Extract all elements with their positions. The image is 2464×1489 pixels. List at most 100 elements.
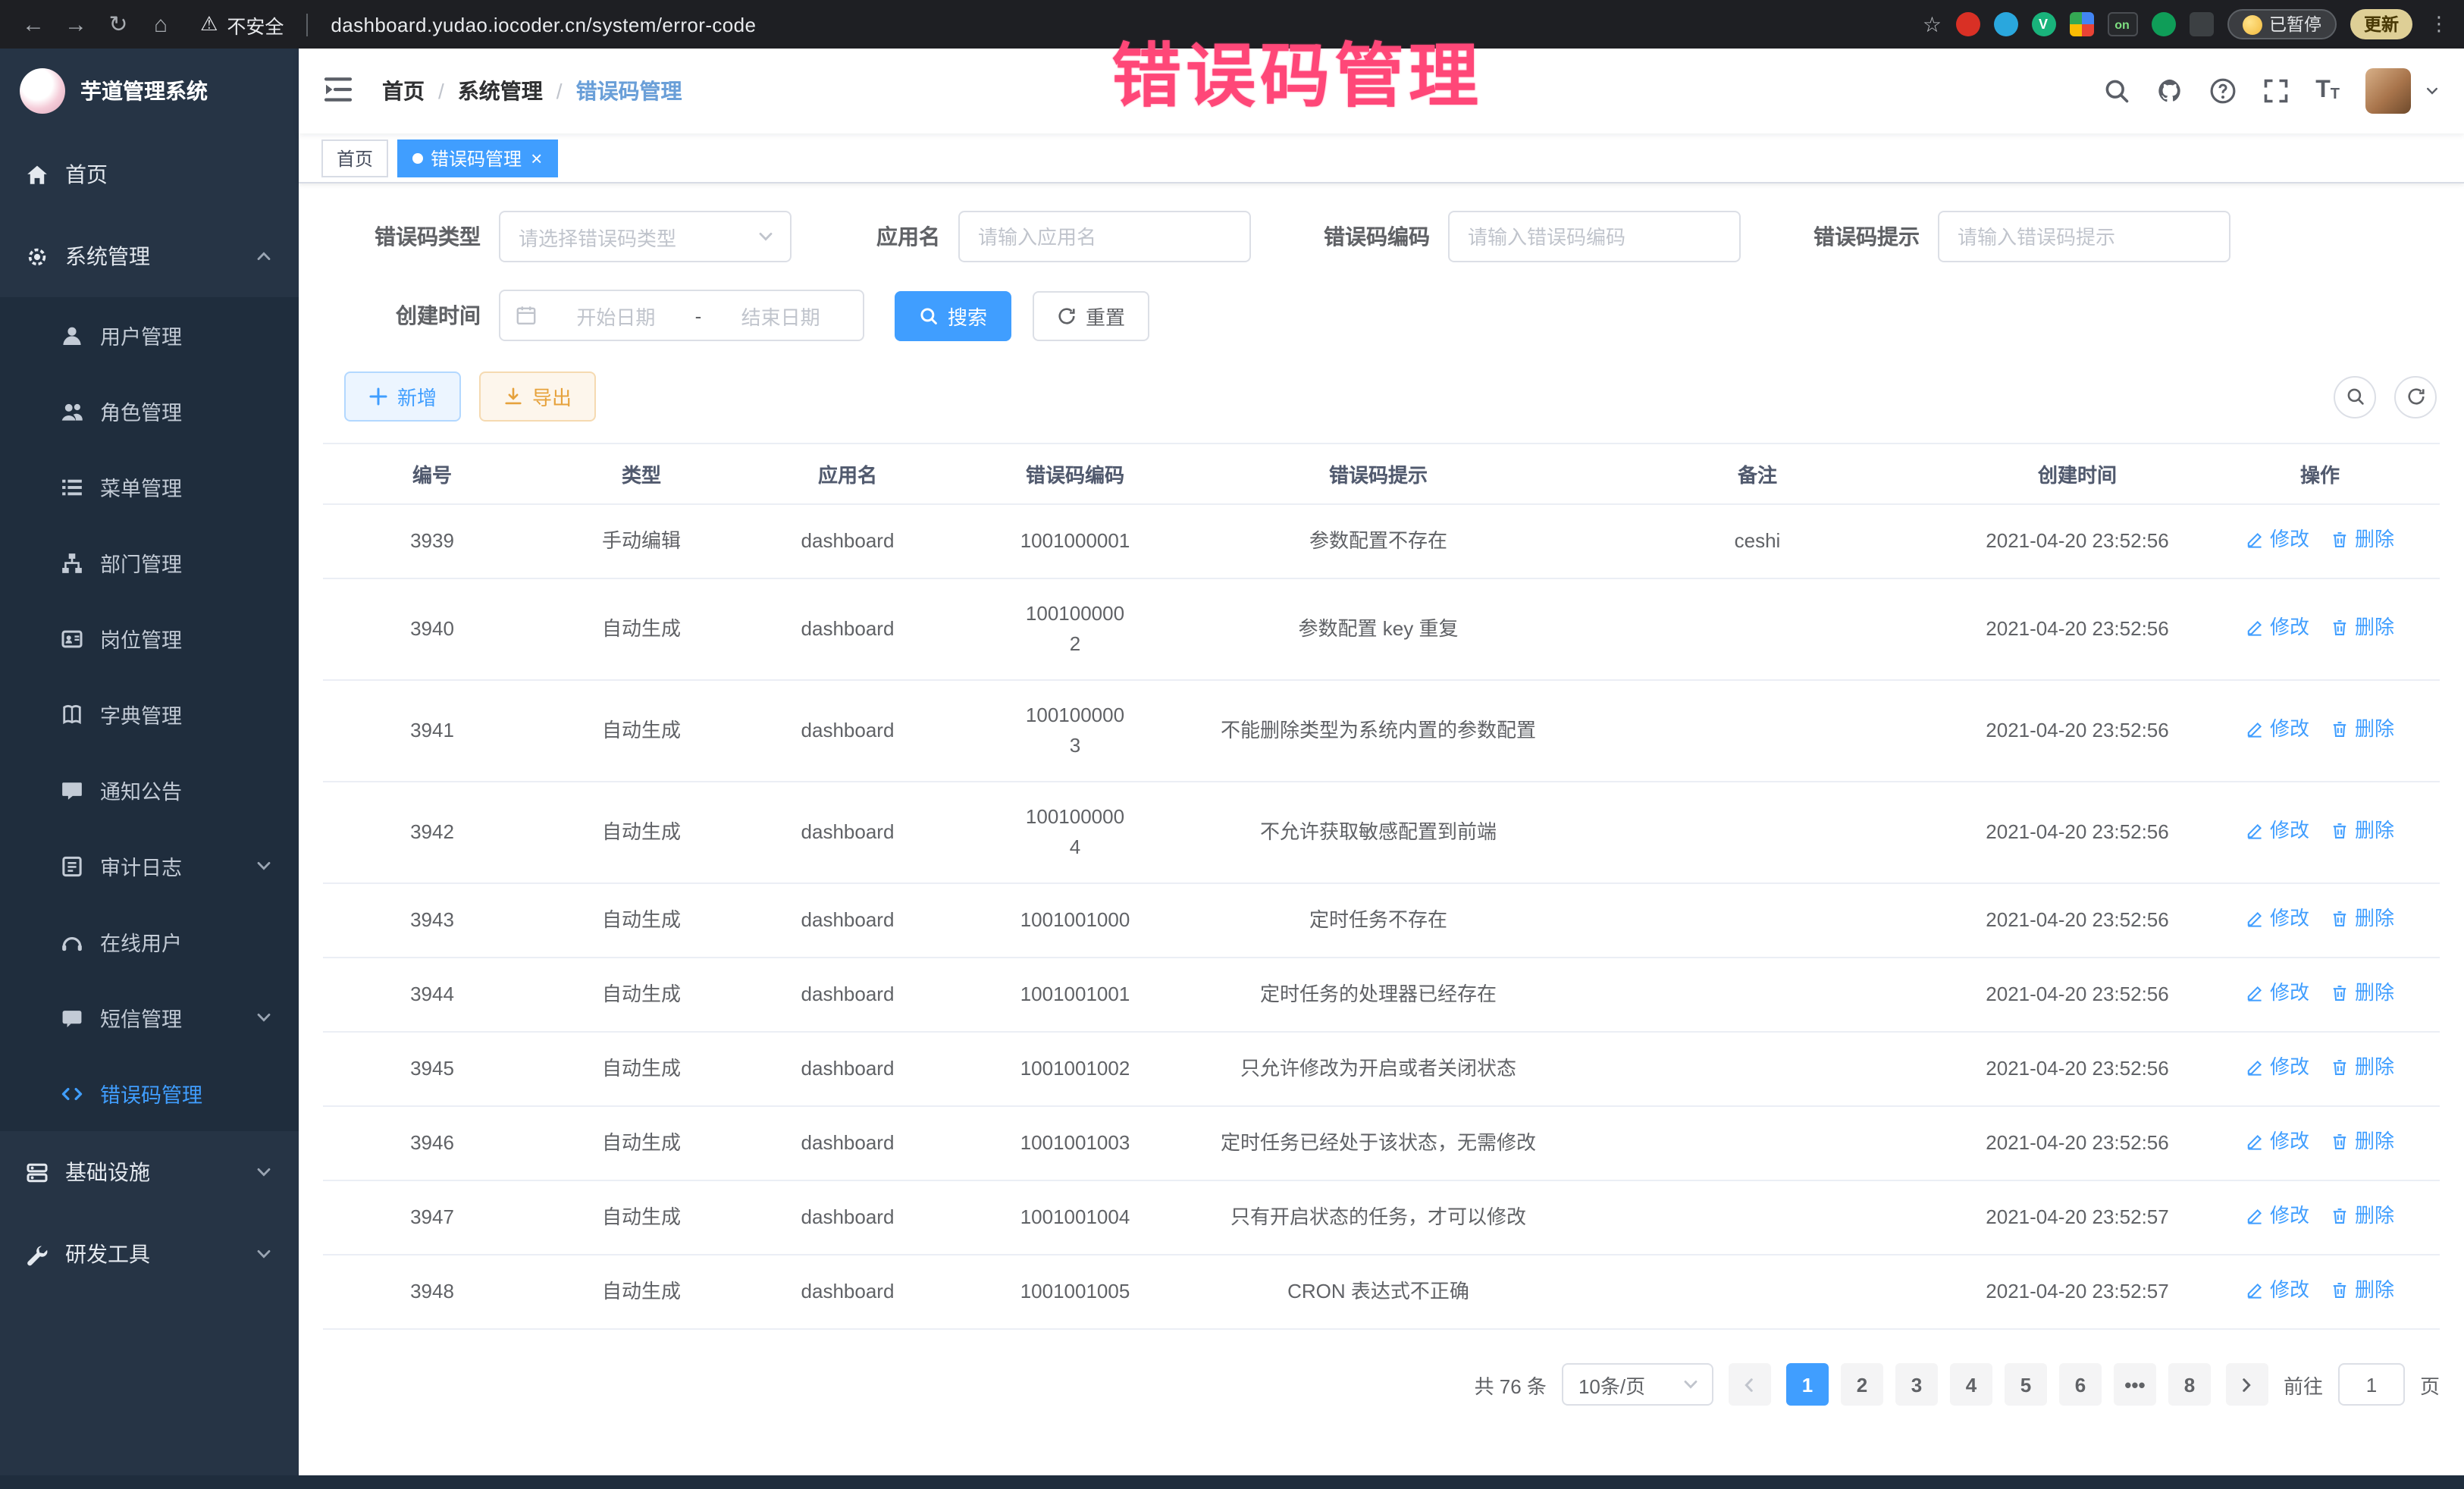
export-button[interactable]: 导出 (479, 371, 596, 422)
search-icon[interactable] (2103, 77, 2130, 105)
breadcrumb-system[interactable]: 系统管理 (458, 76, 543, 106)
reset-button[interactable]: 重置 (1033, 290, 1149, 340)
sidebar-item-online[interactable]: 在线用户 (0, 904, 299, 980)
close-icon[interactable]: × (531, 148, 542, 168)
sidebar-item-home[interactable]: 首页 (0, 133, 299, 215)
page-button[interactable]: 2 (1841, 1363, 1883, 1406)
hint-input[interactable] (1938, 211, 2230, 262)
sidebar-item-badge[interactable]: 岗位管理 (0, 600, 299, 676)
breadcrumb-home[interactable]: 首页 (382, 76, 425, 106)
sidebar-item-label: 用户管理 (100, 320, 182, 350)
page-button[interactable]: 8 (2168, 1363, 2211, 1406)
home-button[interactable]: ⌂ (143, 6, 179, 42)
sidebar-nav: 首页系统管理用户管理角色管理菜单管理部门管理岗位管理字典管理通知公告审计日志在线… (0, 133, 299, 1295)
page-button[interactable]: 1 (1786, 1363, 1829, 1406)
delete-link[interactable]: 删除 (2331, 816, 2394, 846)
forward-button[interactable]: → (58, 6, 94, 42)
type-select[interactable]: 请选择错误码类型 (499, 211, 792, 262)
font-size-icon[interactable]: TT (2315, 79, 2340, 103)
goto-page-input[interactable] (2338, 1363, 2405, 1406)
sidebar-item-label: 岗位管理 (100, 623, 182, 654)
hamburger-icon[interactable] (323, 76, 356, 106)
extension-icon-blue[interactable] (1993, 12, 2017, 36)
sidebar-item-log[interactable]: 审计日志 (0, 828, 299, 904)
delete-link[interactable]: 删除 (2331, 904, 2394, 934)
fullscreen-icon[interactable] (2262, 77, 2290, 105)
sidebar-logo[interactable]: 芋道管理系统 (0, 49, 299, 133)
help-icon[interactable] (2209, 77, 2237, 105)
extension-icon-grid[interactable] (2069, 12, 2093, 36)
sidebar-item-users[interactable]: 角色管理 (0, 373, 299, 449)
sidebar-item-tools[interactable]: 研发工具 (0, 1213, 299, 1295)
delete-link[interactable]: 删除 (2331, 714, 2394, 744)
edit-link[interactable]: 修改 (2246, 904, 2309, 934)
logo-title: 芋道管理系统 (80, 76, 208, 106)
delete-link[interactable]: 删除 (2331, 525, 2394, 555)
edit-link[interactable]: 修改 (2246, 1201, 2309, 1231)
sidebar-item-infra[interactable]: 基础设施 (0, 1131, 299, 1213)
edit-link[interactable]: 修改 (2246, 1127, 2309, 1157)
cell-type: 自动生成 (541, 883, 741, 958)
next-page-button[interactable] (2226, 1363, 2268, 1406)
edit-link[interactable]: 修改 (2246, 613, 2309, 643)
sidebar-item-gear[interactable]: 系统管理 (0, 215, 299, 297)
edit-link[interactable]: 修改 (2246, 1275, 2309, 1306)
extensions-puzzle-icon[interactable] (2189, 12, 2213, 36)
extension-icon-green-v[interactable]: V (2031, 12, 2055, 36)
page-button[interactable]: 6 (2059, 1363, 2102, 1406)
pagination-total: 共 76 条 (1475, 1370, 1547, 1399)
pager-ellipsis[interactable]: ••• (2114, 1363, 2156, 1406)
sidebar-item-megaphone[interactable]: 通知公告 (0, 752, 299, 828)
toggle-search-button[interactable] (2334, 375, 2376, 418)
page-button[interactable]: 5 (2005, 1363, 2047, 1406)
extension-icon-green[interactable] (2151, 12, 2175, 36)
edit-link[interactable]: 修改 (2246, 714, 2309, 744)
cell-hint: 定时任务不存在 (1196, 883, 1560, 958)
edit-link[interactable]: 修改 (2246, 978, 2309, 1008)
delete-link[interactable]: 删除 (2331, 613, 2394, 643)
sidebar-item-book[interactable]: 字典管理 (0, 676, 299, 752)
code-input[interactable] (1448, 211, 1741, 262)
start-date-placeholder: 开始日期 (549, 301, 683, 330)
page-button[interactable]: 3 (1895, 1363, 1938, 1406)
cell-id: 3942 (323, 782, 541, 883)
date-range-picker[interactable]: 开始日期 - 结束日期 (499, 290, 864, 341)
sidebar-item-code[interactable]: 错误码管理 (0, 1055, 299, 1131)
breadcrumb-current: 错误码管理 (576, 76, 682, 106)
delete-link[interactable]: 删除 (2331, 1275, 2394, 1306)
add-button[interactable]: 新增 (344, 371, 461, 422)
delete-link[interactable]: 删除 (2331, 1127, 2394, 1157)
prev-page-button[interactable] (1729, 1363, 1771, 1406)
address-bar[interactable]: ⚠ 不安全 dashboard.yudao.iocoder.cn/system/… (200, 10, 756, 39)
edit-link[interactable]: 修改 (2246, 816, 2309, 846)
refresh-table-button[interactable] (2394, 375, 2437, 418)
delete-link[interactable]: 删除 (2331, 978, 2394, 1008)
paused-badge[interactable]: 已暂停 (2227, 9, 2337, 39)
tag-item[interactable]: 首页 (321, 139, 388, 177)
reload-button[interactable]: ↻ (100, 6, 136, 42)
sidebar-item-user[interactable]: 用户管理 (0, 297, 299, 373)
page-button[interactable]: 4 (1950, 1363, 1992, 1406)
page-size-select[interactable]: 10条/页 (1562, 1363, 1713, 1406)
sidebar-item-label: 首页 (65, 159, 108, 190)
extension-icon-on-badge[interactable]: on (2107, 12, 2137, 36)
app-input[interactable] (958, 211, 1251, 262)
sidebar-item-org[interactable]: 部门管理 (0, 525, 299, 600)
tag-active[interactable]: 错误码管理× (397, 139, 557, 177)
delete-link[interactable]: 删除 (2331, 1201, 2394, 1231)
bookmark-star-icon[interactable]: ☆ (1923, 11, 1942, 37)
back-button[interactable]: ← (15, 6, 52, 42)
update-button[interactable]: 更新 (2350, 9, 2412, 39)
cell-hint: 参数配置 key 重复 (1196, 578, 1560, 680)
user-avatar[interactable] (2365, 68, 2411, 114)
chevron-down-icon[interactable] (2425, 83, 2440, 99)
search-button[interactable]: 搜索 (895, 290, 1011, 340)
edit-link[interactable]: 修改 (2246, 525, 2309, 555)
edit-link[interactable]: 修改 (2246, 1052, 2309, 1083)
browser-menu-icon[interactable]: ⋮ (2429, 12, 2449, 36)
sidebar-item-menu[interactable]: 菜单管理 (0, 449, 299, 525)
sidebar-item-sms[interactable]: 短信管理 (0, 980, 299, 1055)
extension-icon-red[interactable] (1955, 12, 1980, 36)
github-icon[interactable] (2156, 77, 2183, 105)
delete-link[interactable]: 删除 (2331, 1052, 2394, 1083)
